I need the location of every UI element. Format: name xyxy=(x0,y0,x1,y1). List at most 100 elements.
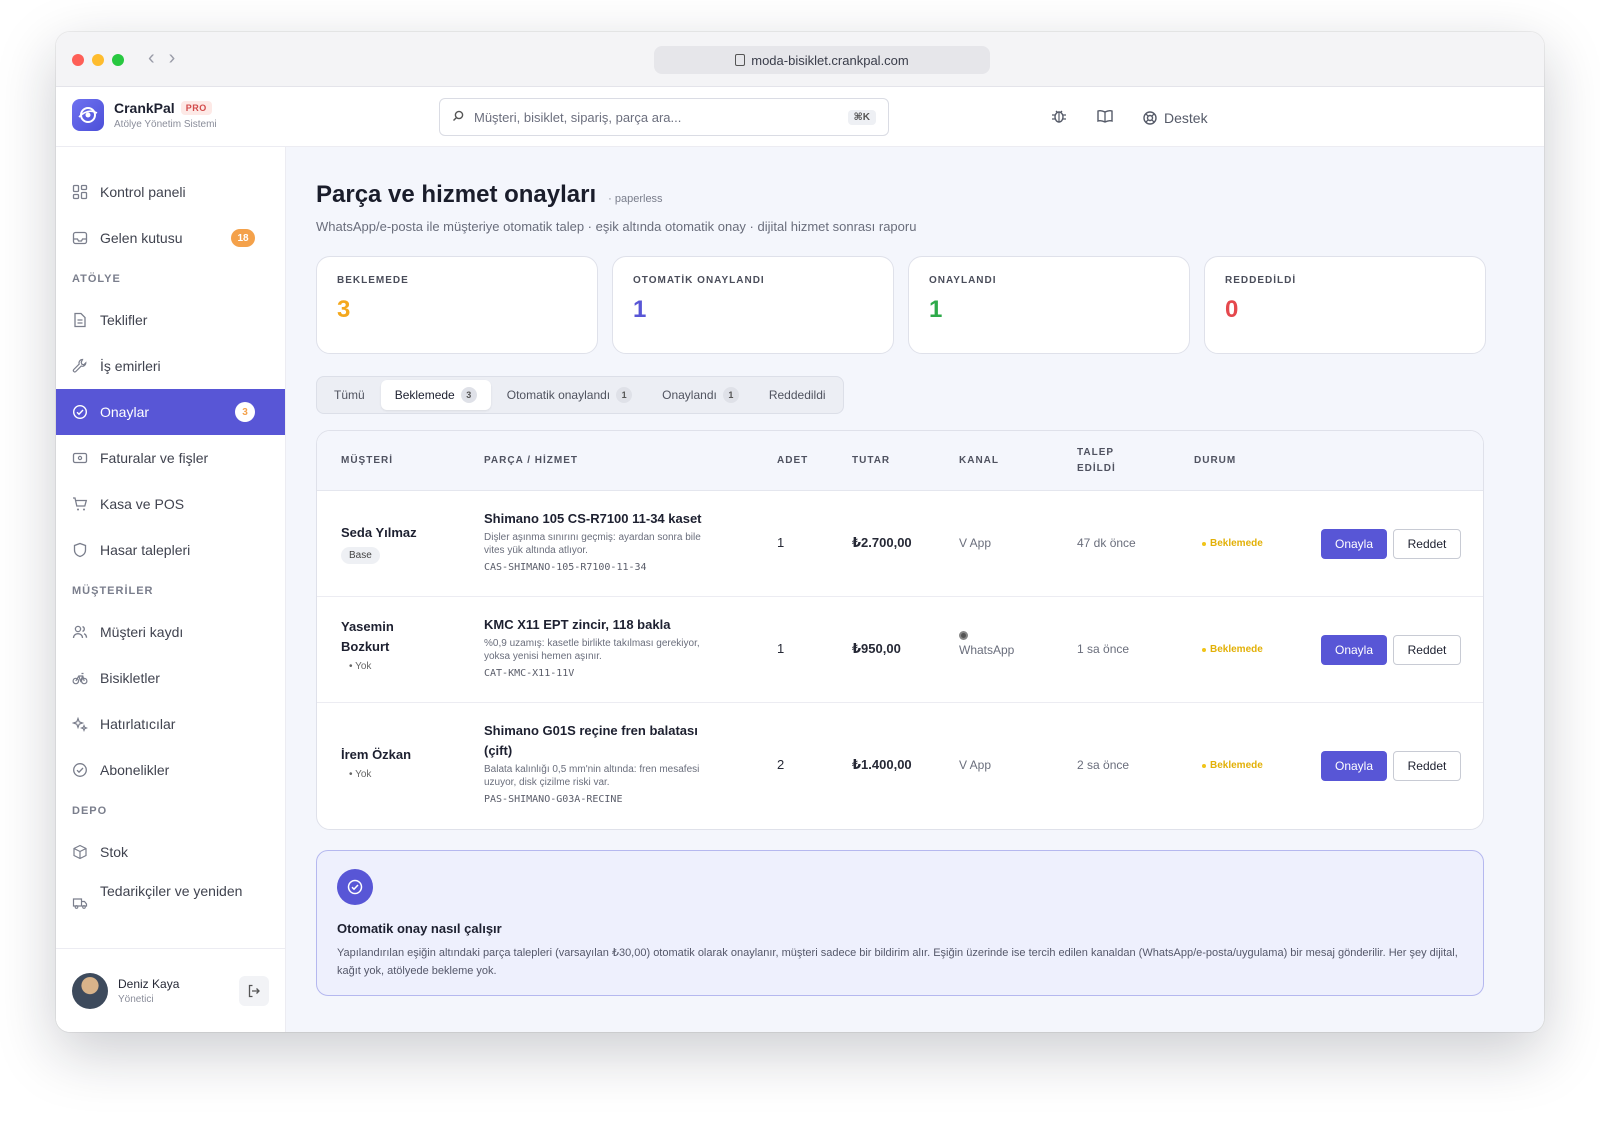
approvals-table: MÜŞTERİ PARÇA / HİZMET ADET TUTAR KANAL … xyxy=(316,430,1484,830)
sidebar-item-invoices[interactable]: Faturalar ve fişler xyxy=(56,435,285,481)
logout-icon xyxy=(248,984,260,997)
part-description-line: yoksa yenisi hemen aşınır. xyxy=(484,651,602,662)
part-name: Shimano 105 CS-R7100 11-34 kaset xyxy=(484,511,702,526)
table-header: MÜŞTERİ PARÇA / HİZMET ADET TUTAR KANAL … xyxy=(317,431,1483,491)
book-icon[interactable] xyxy=(1096,107,1114,128)
user-role: Yönetici xyxy=(118,993,154,1005)
sidebar-item-label: Onaylar xyxy=(100,404,150,420)
stat-value: 1 xyxy=(929,296,943,323)
address-bar[interactable]: moda-bisiklet.crankpal.com xyxy=(654,46,990,74)
requested-time: 2 sa önce xyxy=(1077,758,1130,772)
part-description-line: vites yük altında atlıyor. xyxy=(484,545,588,556)
tab-pending[interactable]: Beklemede 3 xyxy=(380,380,491,410)
page-title: Parça ve hizmet onayları xyxy=(316,181,597,208)
check-circle-icon xyxy=(72,762,88,778)
info-text: Yapılandırılan eşiğin altındaki parça ta… xyxy=(337,947,1458,977)
sidebar-item-label: Stok xyxy=(100,844,129,860)
back-arrow-icon[interactable]: ‹ xyxy=(148,47,155,70)
status-badge: Beklemede xyxy=(1202,644,1263,655)
filter-tabs: Tümü Beklemede 3 Otomatik onaylandı 1 Onay… xyxy=(316,376,844,414)
address-url: moda-bisiklet.crankpal.com xyxy=(751,52,909,68)
channel-label: WhatsApp xyxy=(959,643,1015,657)
sidebar-item-stock[interactable]: Stok xyxy=(56,829,285,875)
customer-name: İrem Özkan xyxy=(341,747,412,762)
stat-card-auto-approved: OTOMATİK ONAYLANDI 1 xyxy=(612,256,894,354)
bug-icon[interactable] xyxy=(1050,107,1068,128)
customer-bike-status: • Yok xyxy=(349,661,372,672)
amount: ₺1.400,00 xyxy=(852,757,912,772)
reject-button[interactable]: Reddet xyxy=(1393,529,1461,559)
sidebar-item-suppliers[interactable]: Tedarikçiler ve yeniden xyxy=(56,875,285,913)
forward-arrow-icon[interactable]: › xyxy=(169,47,176,70)
user-name: Deniz Kaya xyxy=(118,976,180,991)
brand-name: CrankPal xyxy=(114,100,175,116)
sidebar-item-subscriptions[interactable]: Abonelikler xyxy=(56,747,285,793)
sidebar-item-inbox[interactable]: Gelen kutusu 18 xyxy=(56,215,285,261)
sidebar-section-customers: MÜŞTERİLER xyxy=(72,585,154,597)
minimize-window-button[interactable] xyxy=(92,54,104,66)
reject-button[interactable]: Reddet xyxy=(1393,751,1461,781)
global-search[interactable]: Müşteri, bisiklet, sipariş, parça ara...… xyxy=(439,98,889,136)
reject-button[interactable]: Reddet xyxy=(1393,635,1461,665)
tab-approved[interactable]: Onaylandı 1 xyxy=(648,380,753,410)
sidebar-item-label: Teklifler xyxy=(100,312,148,328)
sidebar-item-label: Müşteri kaydı xyxy=(100,624,184,640)
browser-titlebar: ‹ › moda-bisiklet.crankpal.com xyxy=(56,32,1544,87)
col-amount: TUTAR xyxy=(852,455,891,466)
support-button[interactable]: Destek xyxy=(1142,110,1208,126)
approve-button[interactable]: Onayla xyxy=(1321,751,1387,781)
brand[interactable]: CrankPal PRO Atölye Yönetim Sistemi xyxy=(72,99,217,131)
col-qty: ADET xyxy=(777,455,809,466)
stat-label: OTOMATİK ONAYLANDI xyxy=(633,275,765,286)
sidebar-item-bikes[interactable]: Bisikletler xyxy=(56,655,285,701)
stat-card-rejected: REDDEDİLDİ 0 xyxy=(1204,256,1486,354)
bicycle-icon xyxy=(72,670,88,686)
approve-button[interactable]: Onayla xyxy=(1321,635,1387,665)
info-title: Otomatik onay nasıl çalışır xyxy=(337,921,502,936)
search-shortcut: ⌘K xyxy=(847,109,876,125)
part-sku: CAS-SHIMANO-105-R7100-11-34 xyxy=(484,562,647,573)
part-description: %0,9 uzamış: kasetle birlikte takılması … xyxy=(484,637,734,663)
stat-label: REDDEDİLDİ xyxy=(1225,275,1297,286)
customer-name-line: Bozkurt xyxy=(341,639,390,654)
sidebar-item-label: Tedarikçiler ve yeniden xyxy=(100,883,243,899)
window-controls xyxy=(72,54,124,66)
stat-value: 1 xyxy=(633,296,647,323)
customer-bike-status: • Yok xyxy=(349,769,372,780)
sidebar-item-label: Hasar talepleri xyxy=(100,542,191,558)
close-window-button[interactable] xyxy=(72,54,84,66)
customer-bike-label: Yok xyxy=(355,661,372,672)
status-dot xyxy=(1202,763,1206,768)
col-requested-line2: EDİLDİ xyxy=(1077,463,1116,474)
sidebar-item-claims[interactable]: Hasar talepleri xyxy=(56,527,285,573)
part-sku: CAT-KMC-X11-11V xyxy=(484,668,575,679)
sidebar-item-customer-registry[interactable]: Müşteri kaydı xyxy=(56,609,285,655)
sidebar-item-reminders[interactable]: Hatırlatıcılar xyxy=(56,701,285,747)
approve-button[interactable]: Onayla xyxy=(1321,529,1387,559)
search-placeholder: Müşteri, bisiklet, sipariş, parça ara... xyxy=(474,109,682,125)
customer-name: Seda Yılmaz xyxy=(341,525,417,540)
sidebar-item-pos[interactable]: Kasa ve POS xyxy=(56,481,285,527)
logout-button[interactable] xyxy=(239,975,269,1006)
shield-icon xyxy=(72,542,88,558)
avatar[interactable] xyxy=(72,972,108,1009)
sidebar-item-quotes[interactable]: Teklifler xyxy=(56,297,285,343)
wrench-icon xyxy=(72,358,88,374)
col-status: DURUM xyxy=(1194,455,1237,466)
tab-auto-approved[interactable]: Otomatik onaylandı 1 xyxy=(493,380,646,410)
sparkles-icon xyxy=(72,716,88,732)
stat-label: BEKLEMEDE xyxy=(337,275,409,286)
maximize-window-button[interactable] xyxy=(112,54,124,66)
status-dot xyxy=(1202,647,1206,652)
sidebar-item-dashboard[interactable]: Kontrol paneli xyxy=(56,169,285,215)
user-profile: Deniz Kaya Yönetici xyxy=(56,948,285,1032)
sidebar-item-approvals[interactable]: Onaylar 3 xyxy=(56,389,285,435)
status-badge: Beklemede xyxy=(1202,760,1263,771)
sidebar-item-work-orders[interactable]: İş emirleri xyxy=(56,343,285,389)
tab-rejected[interactable]: Reddedildi xyxy=(755,380,840,410)
quantity: 1 xyxy=(777,641,785,656)
tab-all[interactable]: Tümü xyxy=(320,380,379,410)
part-name: KMC X11 EPT zincir, 118 bakla xyxy=(484,617,671,632)
sidebar-item-label: Bisikletler xyxy=(100,670,160,686)
stat-value: 0 xyxy=(1225,296,1239,323)
